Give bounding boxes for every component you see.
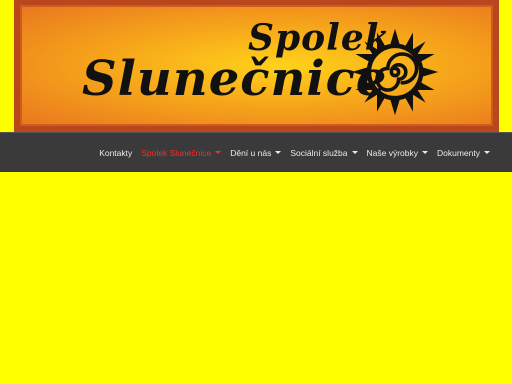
caret-down-icon [484,151,490,154]
nav-item-kontakty[interactable]: Kontakty [99,148,132,158]
nav-item-spolek-slunecnice[interactable]: Spolek Slunečnice [141,147,222,158]
nav-item-label: Spolek Slunečnice [141,147,212,158]
caret-down-icon [422,151,428,154]
nav-item-deni-u-nas[interactable]: Dění u nás [230,147,282,158]
logo-text-slunecnice: Slunečnice [82,51,388,107]
nav-item-label: Dění u nás [230,147,272,158]
caret-down-icon [351,151,358,154]
sun-spiral-icon [351,28,439,116]
site-header: Spolek Slunečnice [14,0,499,132]
nav-menu: Kontakty Spolek Slunečnice Dění u nás So… [99,133,490,172]
nav-item-label: Naše výrobky [366,147,419,158]
caret-down-icon [275,151,282,154]
main-navigation: Kontakty Spolek Slunečnice Dění u nás So… [0,132,512,172]
nav-item-label: Dokumenty [437,147,480,158]
caret-down-icon [215,151,222,154]
nav-item-socialni-sluzba[interactable]: Sociální služba [290,147,358,158]
nav-item-dokumenty[interactable]: Dokumenty [437,148,490,158]
logo-banner[interactable]: Spolek Slunečnice [20,5,493,126]
nav-item-label: Kontakty [99,147,133,158]
nav-item-nase-vyrobky[interactable]: Naše výrobky [366,147,428,158]
nav-item-label: Sociální služba [290,147,348,158]
